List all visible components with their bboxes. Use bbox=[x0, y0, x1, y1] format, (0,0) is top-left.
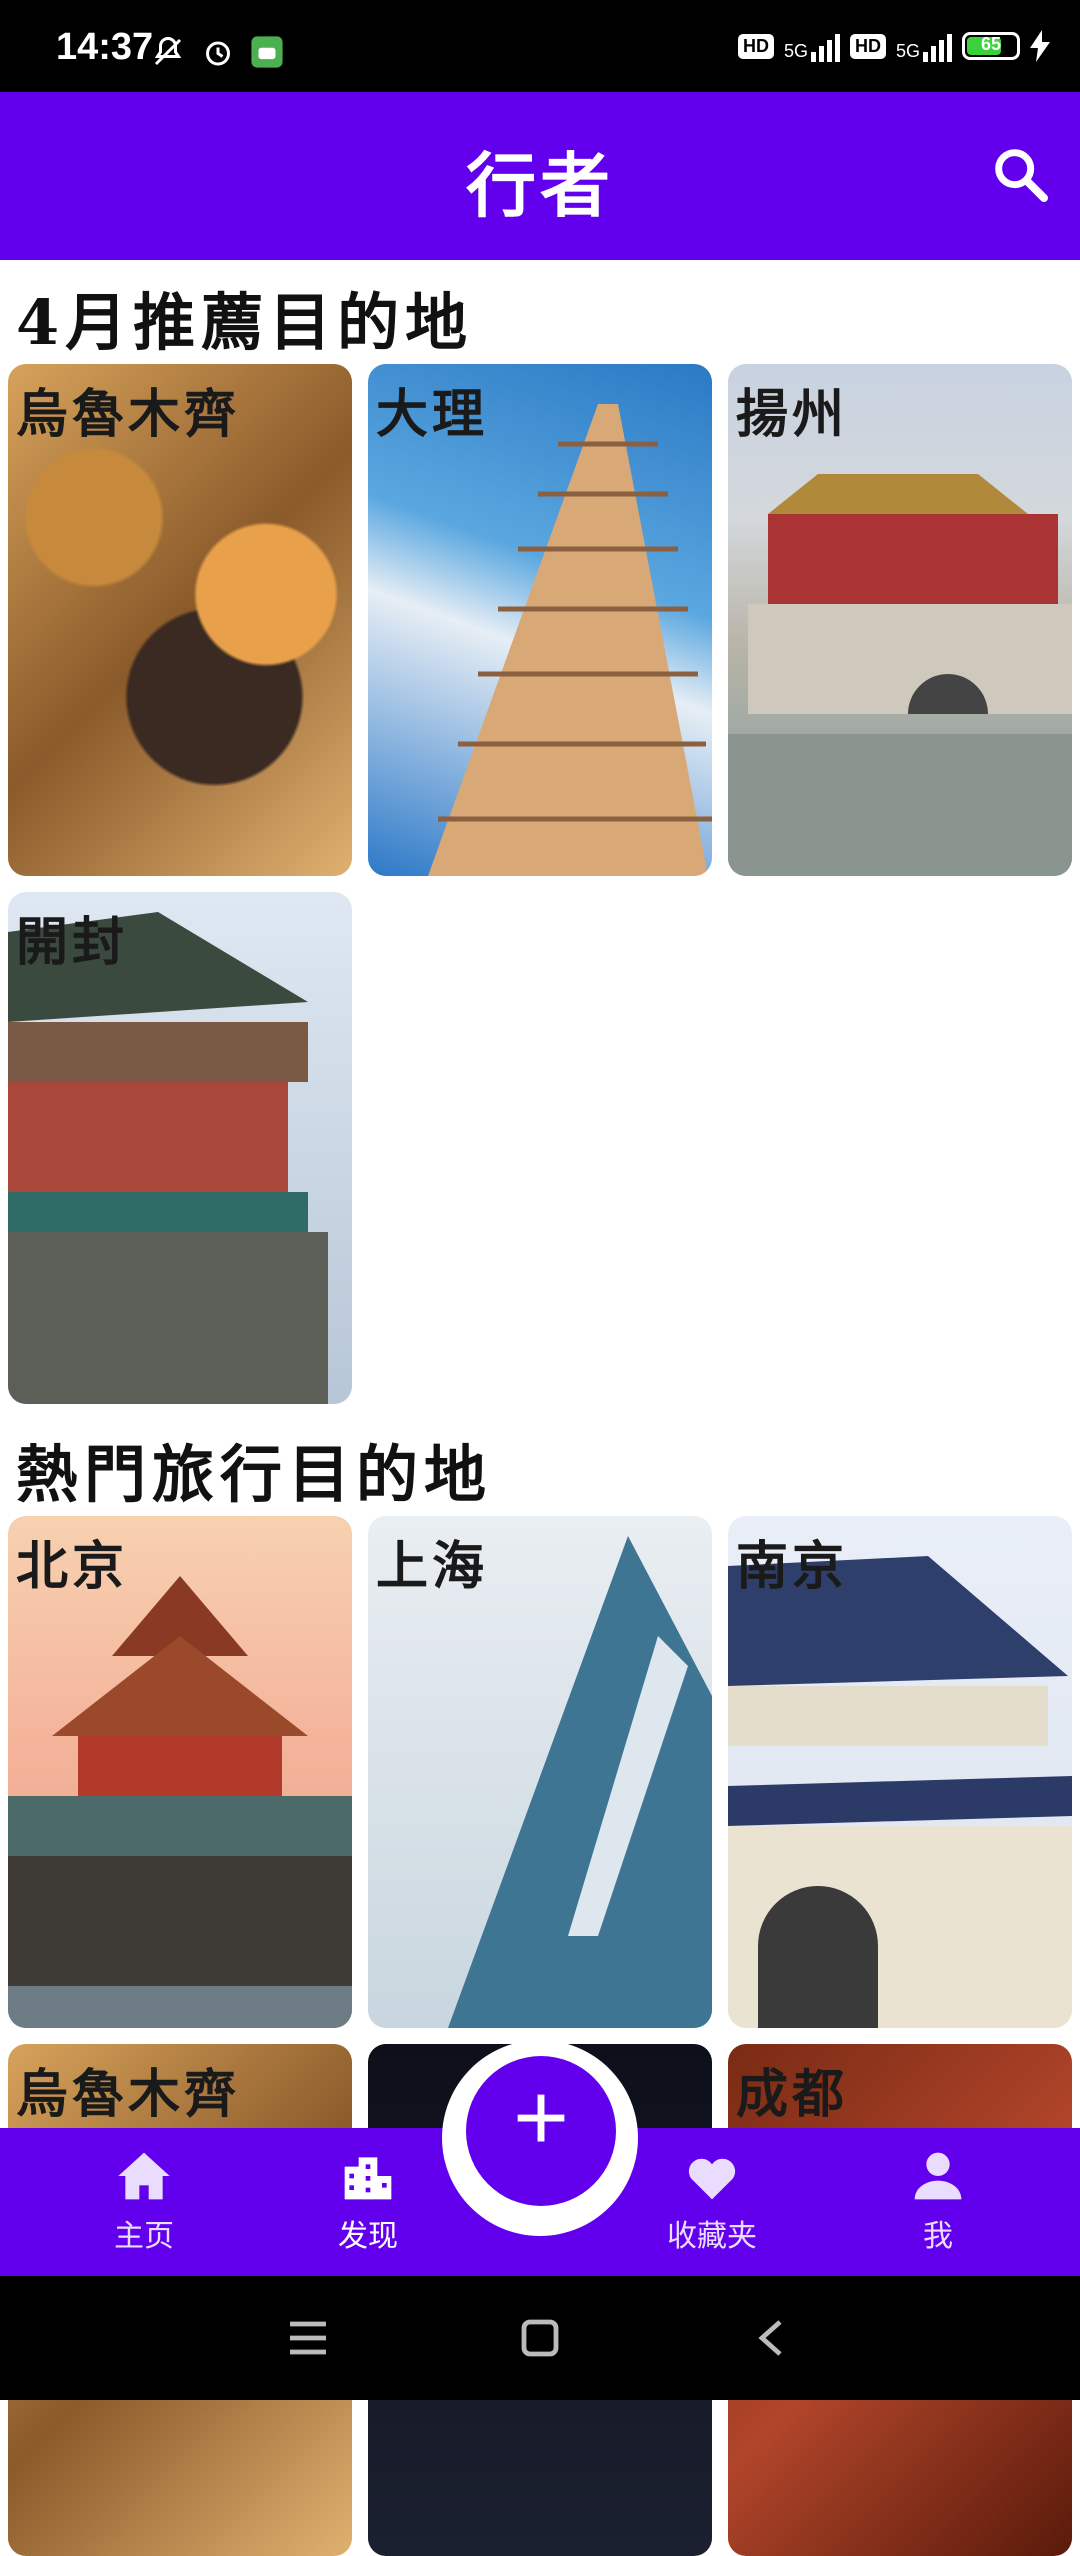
system-navigation-bar bbox=[0, 2276, 1080, 2400]
status-time: 14:37 bbox=[56, 26, 154, 68]
card-label: 大理 bbox=[376, 384, 489, 445]
destination-card-dali[interactable]: 大理 bbox=[368, 364, 712, 876]
alarm-icon bbox=[206, 41, 230, 66]
nav-label: 主页 bbox=[114, 2220, 174, 2253]
back-icon[interactable] bbox=[752, 2318, 792, 2358]
app-bar: 行者 bbox=[0, 92, 1080, 260]
heart-icon bbox=[688, 2158, 736, 2200]
card-label: 烏魯木齊 bbox=[16, 384, 241, 445]
destination-card-urumqi[interactable]: 烏魯木齊 bbox=[8, 364, 352, 876]
status-bar: 14:37 HD 5G HD 5G 65 bbox=[0, 0, 1080, 92]
nav-label: 发现 bbox=[338, 2220, 398, 2253]
android-app-icon bbox=[251, 36, 283, 68]
person-icon bbox=[914, 2152, 962, 2200]
nav-item-home[interactable]: 主页 bbox=[64, 2150, 224, 2255]
hd-badge-2: HD bbox=[849, 33, 886, 59]
app-title: 行者 bbox=[466, 144, 614, 227]
destination-card-nanjing[interactable]: 南京 bbox=[728, 1516, 1072, 2028]
add-button[interactable]: + bbox=[466, 2056, 616, 2206]
destination-card-kaifeng[interactable]: 開封 bbox=[8, 892, 352, 1404]
status-icons-right: HD 5G HD 5G 65 bbox=[737, 30, 1050, 62]
menu-icon[interactable] bbox=[286, 2318, 330, 2358]
section-title-popular: 熱門旅行目的地 bbox=[16, 1438, 493, 1511]
card-label: 烏魯木齊 bbox=[16, 2064, 241, 2125]
signal-icon: 5G bbox=[784, 30, 840, 62]
home-icon bbox=[118, 2152, 170, 2200]
nav-item-me[interactable]: 我 bbox=[858, 2150, 1018, 2255]
mute-bell-icon bbox=[154, 36, 182, 66]
card-label: 開封 bbox=[16, 912, 129, 973]
nav-label: 我 bbox=[923, 2220, 953, 2253]
nav-item-favorites[interactable]: 收藏夹 bbox=[632, 2150, 792, 2255]
card-label: 揚州 bbox=[736, 384, 849, 445]
battery-icon: 65 bbox=[962, 32, 1020, 60]
card-label: 上海 bbox=[376, 1536, 489, 1597]
plus-icon: + bbox=[512, 2064, 570, 2171]
destination-card-yangzhou[interactable]: 揚州 bbox=[728, 364, 1072, 876]
section-title-recommended: 4月推薦目的地 bbox=[16, 286, 474, 359]
card-label: 南京 bbox=[736, 1536, 849, 1597]
charging-icon bbox=[1030, 30, 1050, 62]
card-label: 北京 bbox=[16, 1536, 129, 1597]
nav-item-discover[interactable]: 发现 bbox=[288, 2150, 448, 2255]
city-icon bbox=[344, 2157, 392, 2200]
card-label: 成都 bbox=[736, 2064, 849, 2125]
search-icon[interactable] bbox=[988, 142, 1052, 206]
signal-icon-2: 5G bbox=[896, 30, 952, 62]
destination-card-shanghai[interactable]: 上海 bbox=[368, 1516, 712, 2028]
nav-label: 收藏夹 bbox=[667, 2220, 757, 2253]
battery-level: 65 bbox=[980, 34, 1002, 54]
home-square-icon[interactable] bbox=[520, 2318, 560, 2358]
network-type-2: 5G bbox=[895, 41, 920, 61]
hd-badge: HD bbox=[737, 33, 774, 59]
network-type: 5G bbox=[783, 41, 808, 61]
destination-card-beijing[interactable]: 北京 bbox=[8, 1516, 352, 2028]
status-icons-left bbox=[150, 34, 284, 70]
